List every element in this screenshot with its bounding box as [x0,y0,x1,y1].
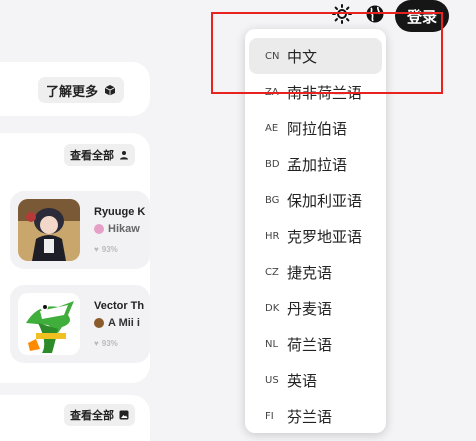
learn-more-button[interactable]: 了解更多 [38,77,125,103]
language-name: 孟加拉语 [287,156,348,174]
language-code: BG [265,194,280,206]
login-button[interactable]: 登录 [395,0,449,32]
language-code: ZA [265,86,279,98]
image-icon [119,410,129,420]
view-all-label: 查看全部 [70,150,114,162]
language-code: BD [265,158,280,170]
language-code: HR [265,230,280,242]
user-icon [120,151,128,160]
language-option-hr[interactable]: HR 克罗地亚语 [249,218,382,254]
top-bar: 登录 [0,0,476,32]
author-avatar [94,318,104,328]
language-code: NL [265,338,279,350]
language-name: 阿拉伯语 [287,120,348,138]
globe-icon[interactable] [363,2,387,26]
item-author: Hikaw [94,223,140,235]
view-all-button[interactable]: 查看全部 [64,144,135,166]
language-name: 捷克语 [287,264,333,282]
language-option-nl[interactable]: NL 荷兰语 [249,326,382,362]
language-name: 克罗地亚语 [287,228,363,246]
rating-value: 93% [101,339,118,348]
author-avatar [94,224,104,234]
language-code: FI [265,410,274,422]
item-rating: ♥ 93% [94,245,118,254]
author-name: Hikaw [108,223,140,235]
language-option-cz[interactable]: CZ 捷克语 [249,254,382,290]
sun-icon[interactable] [330,2,354,26]
view-all-button[interactable]: 查看全部 [64,404,135,426]
rating-value: 93% [101,245,118,254]
list-item[interactable]: Vector Th A Mii i ♥ 93% [10,285,150,363]
language-code: US [265,374,279,386]
language-dropdown: CN 中文 ZA 南非荷兰语 AE 阿拉伯语 BD 孟加拉语 BG 保加利亚语 … [245,29,386,433]
language-name: 英语 [287,372,318,390]
language-name: 丹麦语 [287,300,333,318]
heart-icon: ♥ [94,339,99,348]
language-name: 中文 [287,48,318,66]
language-code: CZ [265,266,279,278]
author-name: A Mii i [108,317,140,329]
heart-icon: ♥ [94,245,99,254]
language-code: DK [265,302,280,314]
view-all-label: 查看全部 [70,410,114,422]
language-option-fi[interactable]: FI 芬兰语 [249,398,382,434]
learn-more-label: 了解更多 [46,83,99,99]
language-code: CN [265,50,280,62]
thumbnail-image [18,199,80,261]
box-icon [104,85,116,96]
language-code: AE [265,122,279,134]
language-option-dk[interactable]: DK 丹麦语 [249,290,382,326]
language-option-cn[interactable]: CN 中文 [249,38,382,74]
item-author: A Mii i [94,317,140,329]
language-name: 保加利亚语 [287,192,363,210]
language-option-za[interactable]: ZA 南非荷兰语 [249,74,382,110]
language-option-us[interactable]: US 英语 [249,362,382,398]
language-name: 芬兰语 [287,408,333,426]
item-title: Ryuuge K [94,206,146,218]
item-title: Vector Th [94,300,145,312]
item-rating: ♥ 93% [94,339,118,348]
language-name: 南非荷兰语 [287,84,363,102]
language-option-bd[interactable]: BD 孟加拉语 [249,146,382,182]
language-name: 荷兰语 [287,336,333,354]
list-item[interactable]: Ryuuge K Hikaw ♥ 93% [10,191,150,269]
language-option-bg[interactable]: BG 保加利亚语 [249,182,382,218]
language-option-ae[interactable]: AE 阿拉伯语 [249,110,382,146]
thumbnail-image [18,293,80,355]
